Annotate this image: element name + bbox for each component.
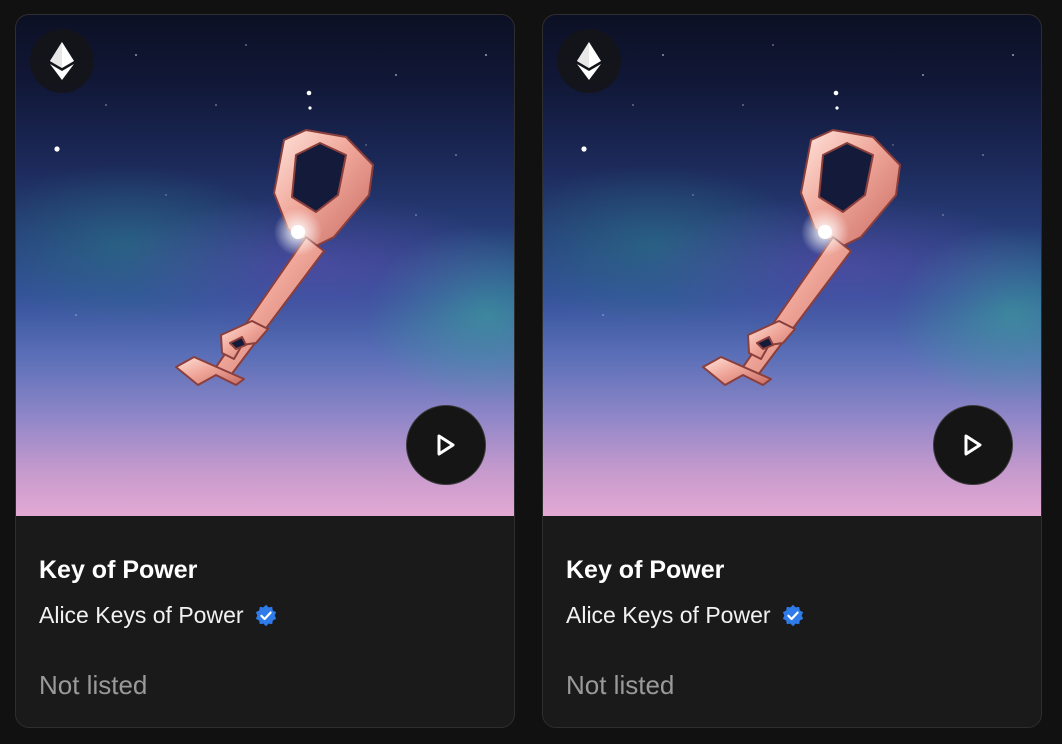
play-icon — [964, 434, 982, 456]
collection-link[interactable]: Alice Keys of Power — [39, 602, 278, 629]
nft-card[interactable]: Key of Power Alice Keys of Power Not lis… — [542, 14, 1042, 728]
play-icon — [437, 434, 455, 456]
ethereum-icon — [30, 29, 94, 93]
play-button[interactable] — [406, 405, 486, 485]
nft-card[interactable]: Key of Power Alice Keys of Power Not lis… — [15, 14, 515, 728]
verified-badge-icon — [781, 604, 805, 628]
nft-info: Key of Power Alice Keys of Power Not lis… — [543, 516, 1041, 727]
nft-title[interactable]: Key of Power — [566, 556, 724, 585]
nft-title[interactable]: Key of Power — [39, 556, 197, 585]
listing-status: Not listed — [566, 670, 675, 700]
nft-media[interactable] — [543, 15, 1041, 516]
collection-link[interactable]: Alice Keys of Power — [566, 602, 805, 629]
ethereum-icon — [557, 29, 621, 93]
play-button[interactable] — [933, 405, 1013, 485]
collection-name[interactable]: Alice Keys of Power — [39, 602, 244, 629]
collection-name[interactable]: Alice Keys of Power — [566, 602, 771, 629]
nft-info: Key of Power Alice Keys of Power Not lis… — [16, 516, 514, 727]
nft-media[interactable] — [16, 15, 514, 516]
verified-badge-icon — [254, 604, 278, 628]
listing-status: Not listed — [39, 670, 148, 700]
